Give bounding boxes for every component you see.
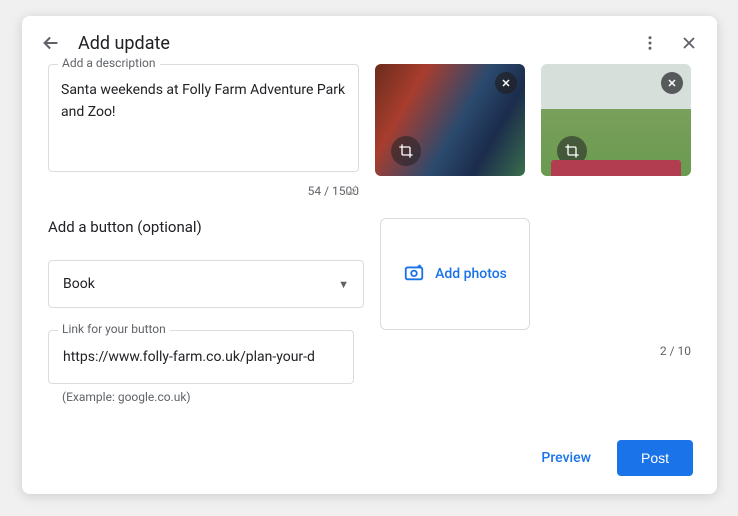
chevron-down-icon: ▼ [338, 278, 349, 291]
preview-button[interactable]: Preview [533, 442, 599, 474]
dialog-title: Add update [78, 33, 641, 54]
add-photos-button[interactable]: Add photos [380, 218, 530, 330]
button-section-label: Add a button (optional) [48, 218, 364, 236]
remove-photo-icon[interactable] [495, 72, 517, 94]
photo-thumbnail[interactable] [375, 64, 525, 176]
post-button[interactable]: Post [617, 440, 693, 476]
back-arrow-icon[interactable] [40, 32, 62, 54]
more-options-icon[interactable] [641, 34, 659, 52]
link-label: Link for your button [58, 322, 170, 336]
photo-thumbnails [375, 64, 691, 176]
crop-photo-icon[interactable] [391, 136, 421, 166]
dialog-footer: Preview Post [22, 440, 717, 494]
crop-photo-icon[interactable] [557, 136, 587, 166]
add-photos-label: Add photos [435, 266, 507, 282]
button-type-value: Book [63, 276, 95, 292]
link-example: (Example: google.co.uk) [62, 390, 364, 404]
resize-handle-icon[interactable] [346, 185, 356, 195]
description-label: Add a description [58, 56, 160, 70]
description-counter: 54 / 1500 [48, 184, 359, 198]
photo-thumbnail[interactable] [541, 64, 691, 176]
remove-photo-icon[interactable] [661, 72, 683, 94]
description-input[interactable] [48, 64, 359, 172]
description-field-wrapper: Add a description 54 / 1500 [48, 64, 359, 198]
link-input[interactable] [48, 330, 354, 384]
close-icon[interactable] [679, 33, 699, 53]
add-update-dialog: Add update Add a description 54 / 1500 [22, 16, 717, 494]
photo-counter: 2 / 10 [380, 344, 691, 358]
link-field-wrapper: Link for your button [48, 330, 354, 384]
button-type-select[interactable]: Book ▼ [48, 260, 364, 308]
camera-plus-icon [403, 261, 425, 287]
